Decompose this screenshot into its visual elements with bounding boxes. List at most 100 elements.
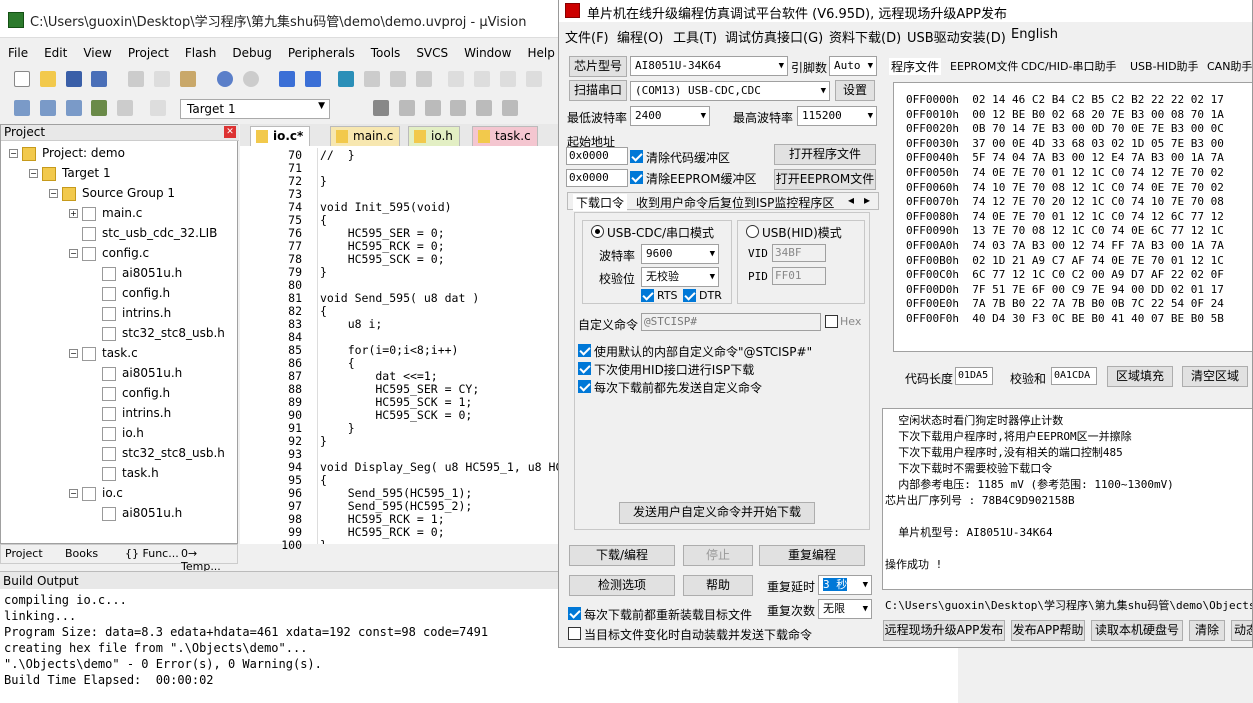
save-all-icon[interactable] [91, 71, 108, 87]
tree-item[interactable]: − task.c [69, 343, 138, 363]
tree-item[interactable]: stc_usb_cdc_32.LIB [69, 223, 217, 243]
send-cmd-first-checkbox[interactable] [578, 380, 591, 393]
use-hid-next-checkbox[interactable] [578, 362, 591, 375]
pack-installer-icon[interactable] [476, 100, 493, 116]
menu-debug[interactable]: 调试仿真接口(G) [725, 27, 823, 46]
manage-project-icon[interactable] [398, 100, 415, 116]
collapse-icon[interactable]: − [69, 489, 78, 498]
tree-item[interactable]: − io.c [69, 483, 123, 503]
compile-icon[interactable] [14, 100, 30, 116]
hex-view[interactable]: 0FF0000h 02 14 46 C2 B4 C2 B5 C2 B2 22 2… [893, 82, 1252, 352]
tab-functions[interactable]: {} Func... [125, 547, 179, 560]
max-baud-select[interactable]: 115200 ▼ [797, 106, 877, 126]
collapse-icon[interactable]: − [49, 189, 58, 198]
tab-scroll-left-icon[interactable]: ◂ [848, 193, 854, 207]
rts-checkbox[interactable] [641, 289, 654, 302]
pid-input[interactable]: FF01 [772, 267, 826, 285]
clear-button[interactable]: 清除 [1189, 620, 1225, 641]
comment-icon[interactable] [500, 71, 517, 87]
redo-icon[interactable] [242, 71, 259, 87]
expand-icon[interactable]: + [69, 209, 78, 218]
close-icon[interactable]: ✕ [224, 126, 236, 138]
rte-icon[interactable] [502, 100, 519, 116]
menu-download[interactable]: 资料下载(D) [829, 27, 901, 46]
tree-item[interactable]: intrins.h [89, 303, 171, 323]
open-eeprom-file-button[interactable]: 打开EEPROM文件 [774, 169, 876, 190]
publish-app-help-button[interactable]: 发布APP帮助 [1011, 620, 1085, 641]
download-program-button[interactable]: 下载/编程 [569, 545, 675, 566]
undo-icon[interactable] [216, 71, 233, 87]
min-baud-select[interactable]: 2400 ▼ [630, 106, 710, 126]
tab-project[interactable]: Project [5, 547, 43, 560]
reload-before-download-checkbox[interactable] [568, 607, 581, 620]
download-icon[interactable] [150, 100, 167, 116]
pins-select[interactable]: Auto ▼ [829, 56, 877, 76]
menu-svcs[interactable]: SVCS [408, 44, 456, 60]
bookmark-next-icon[interactable] [389, 71, 406, 87]
settings-button[interactable]: 设置 [835, 80, 875, 101]
tab-main-c[interactable]: main.c [330, 126, 401, 146]
tab-io-h[interactable]: io.h [408, 126, 460, 146]
paste-icon[interactable] [179, 71, 196, 87]
tree-item[interactable]: − config.c [69, 243, 149, 263]
tree-item[interactable]: io.h [89, 423, 144, 443]
indent-icon[interactable] [448, 71, 465, 87]
tab-can[interactable]: CAN助手 [1207, 58, 1252, 74]
open-program-file-button[interactable]: 打开程序文件 [774, 144, 876, 165]
new-file-icon[interactable] [14, 71, 30, 87]
nav-back-icon[interactable] [279, 71, 296, 87]
tree-item[interactable]: ai8051u.h [89, 503, 182, 523]
dtr-checkbox[interactable] [683, 289, 696, 302]
clear-eeprom-checkbox[interactable] [630, 171, 643, 184]
uncomment-icon[interactable] [525, 71, 542, 87]
tree-item[interactable]: config.h [89, 383, 170, 403]
chip-select[interactable]: AI8051U-34K64 ▼ [630, 56, 788, 76]
scan-port-button[interactable]: 扫描串口 [569, 80, 627, 101]
vid-input[interactable]: 34BF [772, 244, 826, 262]
check-options-button[interactable]: 检测选项 [569, 575, 675, 596]
stop-build-icon[interactable] [117, 100, 134, 116]
send-custom-cmd-button[interactable]: 发送用户自定义命令并开始下载 [619, 502, 815, 524]
tab-scroll-right-icon[interactable]: ▸ [864, 193, 870, 207]
tree-item[interactable]: stc32_stc8_usb.h [89, 443, 225, 463]
collapse-icon[interactable]: − [69, 249, 78, 258]
tab-cdc-hid-serial[interactable]: CDC/HID-串口助手 [1021, 58, 1117, 74]
bookmark-prev-icon[interactable] [363, 71, 380, 87]
tab-io-c[interactable]: io.c* [250, 126, 311, 146]
tree-item[interactable]: + main.c [69, 203, 142, 223]
nav-forward-icon[interactable] [305, 71, 322, 87]
bookmark-clear-icon[interactable] [415, 71, 432, 87]
menu-flash[interactable]: Flash [177, 44, 224, 60]
tree-item[interactable]: task.h [89, 463, 159, 483]
select-packs-icon[interactable] [450, 100, 467, 116]
tab-reset-to-isp[interactable]: 收到用户命令后复位到ISP监控程序区 [636, 194, 834, 211]
build-icon[interactable] [39, 100, 56, 116]
stop-button[interactable]: 停止 [683, 545, 753, 566]
tab-usb-hid[interactable]: USB-HID助手 [1130, 58, 1199, 74]
menu-debug[interactable]: Debug [224, 44, 279, 60]
fill-area-button[interactable]: 区域填充 [1107, 366, 1173, 387]
tree-item[interactable]: stc32_stc8_usb.h [89, 323, 225, 343]
clear-area-button[interactable]: 清空区域 [1182, 366, 1248, 387]
auto-download-checkbox[interactable] [568, 627, 581, 640]
menu-file[interactable]: 文件(F) [565, 27, 609, 46]
tree-item[interactable]: config.h [89, 283, 170, 303]
batch-build-icon[interactable] [91, 100, 108, 116]
menu-file[interactable]: File [0, 44, 36, 60]
collapse-icon[interactable]: − [9, 149, 18, 158]
save-icon[interactable] [65, 71, 82, 87]
chip-model-button[interactable]: 芯片型号 [569, 56, 627, 77]
menu-view[interactable]: View [75, 44, 119, 60]
menu-peripherals[interactable]: Peripherals [280, 44, 363, 60]
tree-item[interactable]: − Target 1 [29, 163, 111, 183]
parity-select[interactable]: 无校验 ▼ [641, 267, 719, 287]
tab-templates[interactable]: 0→ Temp... [181, 547, 237, 573]
tab-books[interactable]: Books [65, 547, 98, 560]
cdc-mode-radio[interactable] [591, 225, 604, 238]
menu-tools[interactable]: Tools [363, 44, 409, 60]
bookmark-icon[interactable] [338, 71, 355, 87]
start-addr-code-input[interactable]: 0x0000 [566, 147, 628, 165]
menu-english[interactable]: English [1011, 27, 1058, 42]
repeat-program-button[interactable]: 重复编程 [759, 545, 865, 566]
menu-program[interactable]: 编程(O) [617, 27, 663, 46]
